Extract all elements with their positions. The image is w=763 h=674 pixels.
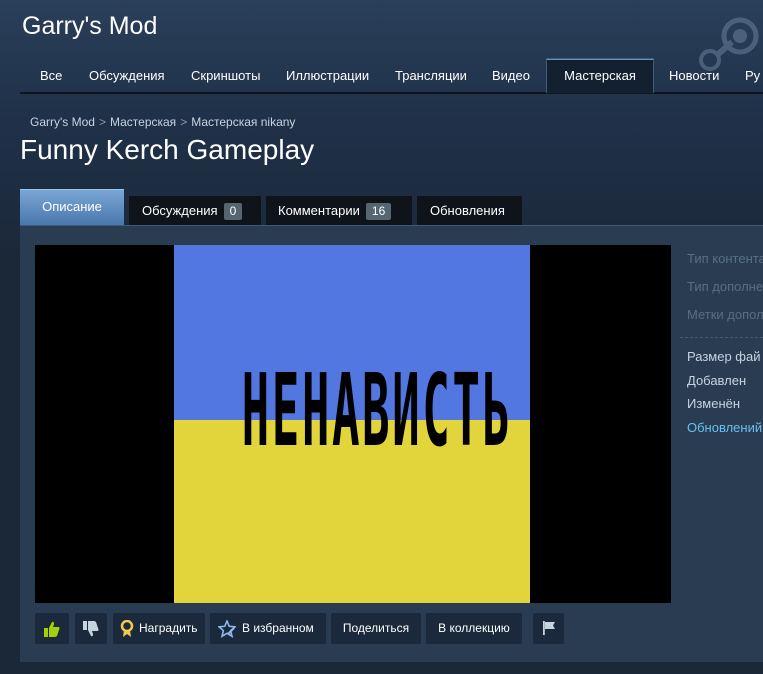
tab-description[interactable]: Описание: [20, 189, 124, 225]
stat-added-label: Добавлен: [687, 373, 747, 388]
tab-description-label: Описание: [42, 199, 102, 214]
nav-tabs: Все Обсуждения Скриншоты Иллюстрации Тра…: [20, 58, 763, 94]
share-label: Поделиться: [342, 621, 410, 635]
award-label: Наградить: [139, 621, 198, 635]
tab-discussions[interactable]: Обсуждения: [89, 60, 165, 92]
video-player[interactable]: НЕНАВИСТЬ: [35, 245, 671, 603]
tab-comments[interactable]: Комментарии 16: [266, 196, 412, 225]
breadcrumb: Garry's Mod > Мастерская > Мастерская nikany: [30, 115, 295, 129]
tab-artwork[interactable]: Иллюстрации: [286, 60, 369, 92]
stat-file-size-label: Размер фай: [687, 349, 761, 364]
tab-item-discussions[interactable]: Обсуждения 0: [129, 196, 261, 225]
tab-item-discussions-label: Обсуждения: [142, 203, 218, 218]
tab-workshop[interactable]: Мастерская: [546, 58, 654, 93]
award-button[interactable]: Наградить: [113, 613, 205, 644]
tab-guides[interactable]: Ру: [745, 60, 760, 92]
tab-screenshots[interactable]: Скриншоты: [191, 60, 260, 92]
meta-addon-tags-label: Метки допол: [687, 307, 763, 322]
stat-updated-label: Изменён: [687, 396, 741, 411]
breadcrumb-separator: >: [180, 115, 188, 129]
tab-videos[interactable]: Видео: [492, 60, 530, 92]
meta-content-type-label: Тип контента: [687, 251, 763, 266]
favorite-label: В избранном: [242, 621, 314, 635]
thumbs-down-button[interactable]: [75, 613, 107, 644]
thumbs-down-icon: [83, 621, 99, 637]
tab-news[interactable]: Новости: [669, 60, 719, 92]
breadcrumb-separator: >: [98, 115, 106, 129]
add-to-collection-label: В коллекцию: [438, 621, 510, 635]
thumbs-up-icon: [44, 621, 60, 637]
thumbs-up-button[interactable]: [35, 613, 69, 644]
tab-comments-label: Комментарии: [278, 203, 360, 218]
favorite-button[interactable]: В избранном: [210, 613, 326, 644]
sidebar-divider: [680, 337, 763, 338]
app-title[interactable]: Garry's Mod: [22, 12, 157, 41]
breadcrumb-app[interactable]: Garry's Mod: [30, 115, 95, 129]
add-to-collection-button[interactable]: В коллекцию: [426, 613, 522, 644]
tab-updates-label: Обновления: [430, 203, 505, 218]
breadcrumb-workshop[interactable]: Мастерская: [110, 115, 176, 129]
change-notes-link[interactable]: Обновлений: [687, 420, 762, 435]
tab-updates[interactable]: Обновления: [417, 196, 522, 225]
tab-all[interactable]: Все: [40, 60, 62, 92]
meta-addon-type-label: Тип дополне: [687, 279, 763, 294]
discussions-count-badge: 0: [223, 203, 243, 221]
video-caption: НЕНАВИСТЬ: [241, 353, 513, 470]
breadcrumb-author-workshop[interactable]: Мастерская nikany: [191, 115, 295, 129]
share-button[interactable]: Поделиться: [331, 613, 421, 644]
award-ribbon-icon: [120, 620, 134, 637]
comments-count-badge: 16: [365, 203, 392, 221]
star-icon: [218, 620, 236, 638]
report-button[interactable]: [533, 613, 564, 644]
page-title: Funny Kerch Gameplay: [20, 134, 315, 165]
tab-broadcasts[interactable]: Трансляции: [395, 60, 467, 92]
flag-icon: [543, 621, 555, 635]
